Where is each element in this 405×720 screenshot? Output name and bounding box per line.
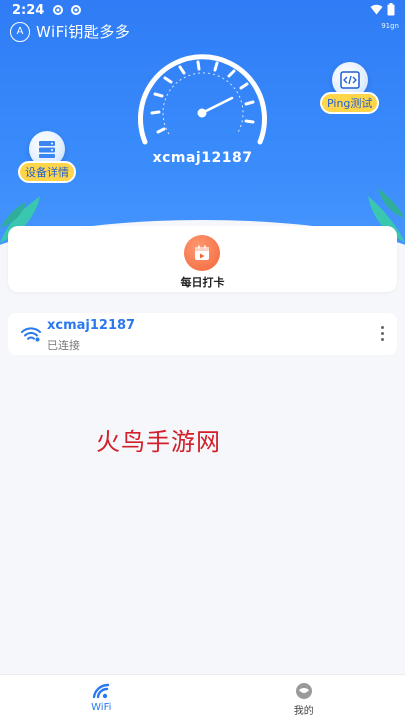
status-time: 2:24: [12, 2, 45, 18]
network-badge: 91gn: [381, 22, 399, 30]
status-right: [370, 3, 395, 16]
list-item[interactable]: xcmaj12187 已连接: [8, 313, 397, 355]
calendar-icon: [184, 235, 220, 271]
tab-profile-label: 我的: [293, 706, 314, 717]
wifi-icon: [21, 327, 41, 342]
app-header: A WiFi钥匙多多: [10, 21, 130, 42]
bottom-tab-bar: WiFi 我的: [0, 674, 405, 720]
battery-icon: [387, 3, 395, 16]
status-bar: 2:24: [0, 0, 405, 20]
tab-profile[interactable]: 我的: [203, 675, 405, 720]
tab-wifi[interactable]: WiFi: [0, 675, 203, 720]
daily-checkin-label: 每日打卡: [180, 276, 225, 289]
app-title: WiFi钥匙多多: [36, 23, 131, 41]
sync-icon: [53, 5, 64, 15]
logo-letter: A: [16, 26, 24, 37]
profile-icon: [295, 683, 312, 699]
device-details-label: 设备详情: [18, 161, 76, 183]
app-logo-icon: A: [10, 21, 30, 42]
watermark-text: 火鸟手游网: [96, 428, 221, 456]
device-details-button[interactable]: 设备详情: [18, 131, 76, 183]
tab-wifi-label: WiFi: [91, 702, 112, 713]
ping-test-label: Ping测试: [320, 92, 380, 114]
more-vert-icon[interactable]: [379, 324, 385, 342]
ping-test-button[interactable]: Ping测试: [320, 62, 380, 114]
wifi-ssid: xcmaj12187: [47, 318, 136, 333]
sync-icon-2: [71, 5, 82, 15]
daily-checkin-card[interactable]: 每日打卡: [8, 226, 397, 292]
speed-gauge-icon: [138, 54, 267, 145]
wifi-status: 已连接: [47, 339, 80, 352]
wifi-tab-icon: [93, 683, 110, 699]
wifi-signal-icon: [370, 4, 383, 15]
